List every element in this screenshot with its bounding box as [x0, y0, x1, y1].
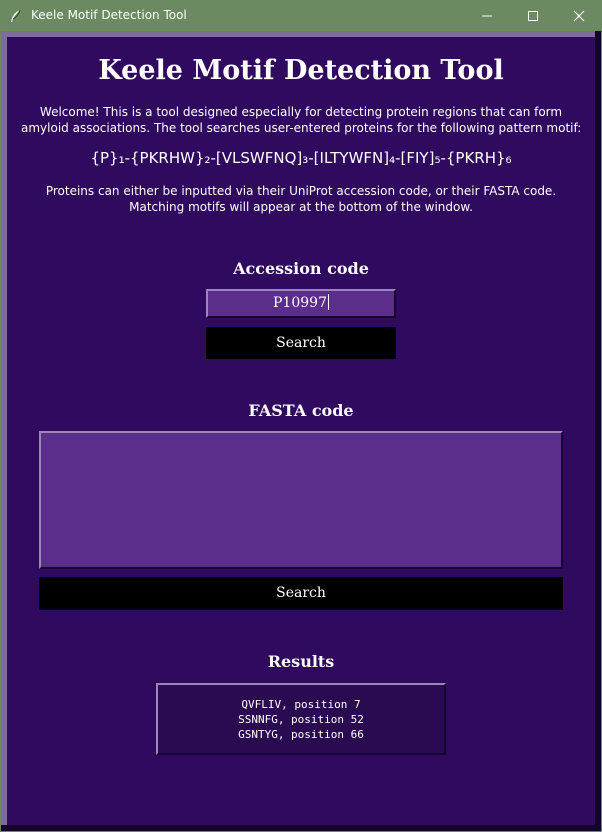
- fasta-label: FASTA code: [248, 401, 354, 420]
- maximize-button[interactable]: [510, 0, 556, 31]
- info-line: Proteins can either be inputted via thei…: [45, 184, 557, 198]
- info-text: Proteins can either be inputted via thei…: [21, 183, 581, 215]
- result-line: SSNNFG, position 52: [238, 713, 364, 726]
- accession-search-button[interactable]: Search: [206, 327, 396, 359]
- close-icon: [573, 10, 585, 22]
- frame-border: [1, 825, 601, 831]
- frame-border: [1, 31, 601, 37]
- motif-pattern: {P}₁-{PKRHW}₂-[VLSWFNQ]₃-[ILTYWFN]₄-[FIY…: [90, 149, 512, 167]
- window-title: Keele Motif Detection Tool: [31, 8, 187, 22]
- accession-value: P10997: [273, 295, 327, 311]
- intro-line: amyloid associations. The tool searches …: [21, 121, 582, 135]
- accession-label: Accession code: [233, 259, 369, 278]
- title-bar[interactable]: Keele Motif Detection Tool: [0, 0, 602, 31]
- maximize-icon: [528, 11, 538, 21]
- info-line: Matching motifs will appear at the botto…: [129, 200, 473, 214]
- text-caret: [327, 294, 329, 310]
- close-button[interactable]: [556, 0, 602, 31]
- result-line: QVFLIV, position 7: [241, 698, 361, 711]
- result-line: GSNTYG, position 66: [238, 728, 364, 741]
- results-box: QVFLIV, position 7 SSNNFG, position 52 G…: [156, 683, 446, 755]
- page-title: Keele Motif Detection Tool: [98, 55, 504, 86]
- feather-icon: [9, 8, 23, 22]
- minimize-icon: [482, 15, 492, 17]
- minimize-button[interactable]: [464, 0, 510, 31]
- accession-input[interactable]: P10997: [206, 289, 396, 318]
- intro-text: Welcome! This is a tool designed especia…: [21, 104, 581, 136]
- main-panel: Keele Motif Detection Tool Welcome! This…: [1, 31, 601, 831]
- results-label: Results: [267, 652, 335, 671]
- fasta-search-button[interactable]: Search: [39, 577, 563, 610]
- fasta-textarea[interactable]: [39, 431, 563, 569]
- intro-line: Welcome! This is a tool designed especia…: [39, 105, 563, 119]
- app-window: Keele Motif Detection Tool Keele Motif D…: [0, 0, 602, 832]
